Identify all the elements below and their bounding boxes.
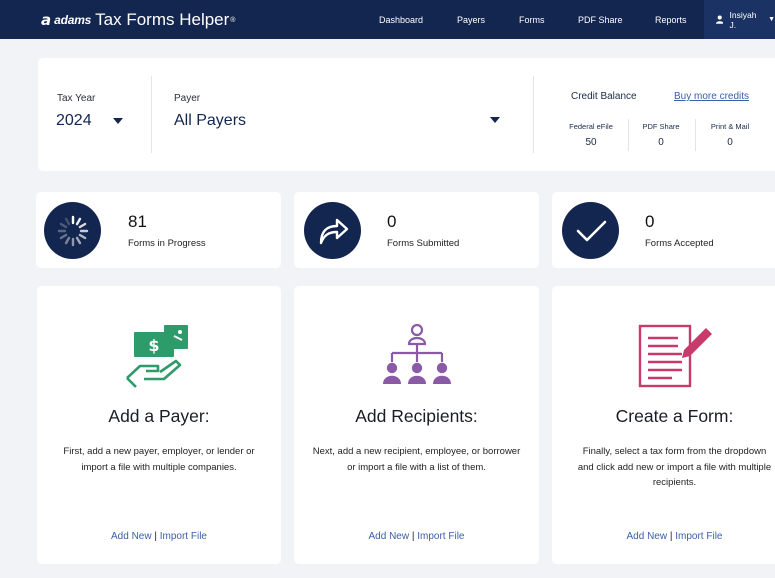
nav-pdf-share[interactable]: PDF Share (578, 0, 623, 39)
import-form-file-link[interactable]: Import File (675, 531, 722, 542)
link-separator: | (411, 531, 415, 542)
stat-card-submitted[interactable]: 0 Forms Submitted (294, 192, 539, 268)
stat-card-in-progress[interactable]: 81 Forms in Progress (36, 192, 281, 268)
stat-label: Forms in Progress (128, 238, 206, 249)
nav-payers[interactable]: Payers (457, 0, 485, 39)
add-new-form-link[interactable]: Add New (627, 531, 668, 542)
action-card-add-recipients: Add Recipients: Next, add a new recipien… (294, 286, 539, 564)
action-title: Create a Form: (615, 406, 734, 426)
tax-year-select[interactable]: 2024 (55, 111, 130, 133)
spinner-icon (57, 215, 88, 246)
action-card-add-payer: $ Add a Payer: First, add a new payer, e… (37, 286, 281, 564)
buy-more-credits-link[interactable]: Buy more credits (674, 91, 749, 102)
org-chart-icon (382, 323, 451, 384)
stat-icon-circle (304, 202, 361, 259)
credit-value: 50 (585, 137, 597, 148)
filter-panel: Tax Year 2024 Payer All Payers Credit Ba… (38, 58, 775, 171)
action-illustration: $ (37, 322, 281, 392)
action-description: Finally, select a tax form from the drop… (577, 446, 772, 488)
share-arrow-icon (319, 218, 348, 244)
money-hand-icon: $ (126, 325, 188, 388)
action-description: First, add a new payer, employer, or len… (63, 446, 255, 473)
credit-pdf-share: PDF Share 0 (628, 122, 694, 148)
stat-label: Forms Accepted (645, 238, 714, 249)
brand-product-name: Tax Forms Helper (95, 10, 230, 29)
add-new-recipient-link[interactable]: Add New (369, 531, 410, 542)
brand-registered-mark: ® (230, 16, 236, 24)
tax-year-value: 2024 (56, 112, 92, 129)
divider (695, 119, 696, 151)
action-links: Add New | Import File (294, 531, 539, 542)
nav-reports[interactable]: Reports (655, 0, 687, 39)
tax-year-label: Tax Year (57, 93, 96, 104)
stat-card-accepted[interactable]: 0 Forms Accepted (552, 192, 775, 268)
brand-logo[interactable]: a adams Tax Forms Helper ® (41, 9, 235, 31)
stat-icon-circle (44, 202, 101, 259)
divider (151, 76, 152, 153)
user-menu[interactable]: Insiyah J. ▼ (704, 0, 775, 39)
nav-forms[interactable]: Forms (519, 0, 545, 39)
action-illustration (552, 322, 775, 392)
divider (533, 76, 534, 153)
payer-label: Payer (174, 93, 201, 104)
credit-print-mail: Print & Mail 0 (697, 122, 763, 148)
chevron-down-icon (113, 118, 123, 124)
credit-label: Print & Mail (710, 122, 750, 131)
stat-label: Forms Submitted (387, 238, 460, 249)
action-title: Add a Payer: (108, 406, 210, 426)
svg-text:$: $ (148, 336, 159, 355)
credit-value: 0 (658, 137, 664, 148)
action-links: Add New | Import File (37, 531, 281, 542)
link-separator: | (669, 531, 673, 542)
credit-federal-efile: Federal eFile 50 (558, 122, 624, 148)
stat-value: 0 (387, 212, 397, 231)
stat-value: 0 (645, 212, 655, 231)
top-nav-bar: a adams Tax Forms Helper ® Dashboard Pay… (0, 0, 775, 39)
form-pencil-icon (638, 324, 712, 388)
stat-icon-circle (562, 202, 619, 259)
nav-dashboard[interactable]: Dashboard (379, 0, 423, 39)
credit-label: PDF Share (642, 122, 680, 131)
stat-value: 81 (128, 212, 147, 231)
credit-label: Federal eFile (569, 122, 613, 131)
brand-mark-icon: a (41, 11, 52, 29)
user-icon (716, 15, 724, 24)
action-card-create-form: Create a Form: Finally, select a tax for… (552, 286, 775, 564)
user-name: Insiyah J. (729, 9, 757, 30)
import-recipient-file-link[interactable]: Import File (417, 531, 464, 542)
link-separator: | (154, 531, 157, 542)
chevron-down-icon (490, 117, 500, 123)
chevron-down-icon: ▼ (768, 16, 775, 23)
credit-balance-title: Credit Balance (571, 91, 637, 102)
import-payer-file-link[interactable]: Import File (160, 531, 207, 542)
brand-adams-text: adams (54, 13, 92, 27)
action-illustration (294, 322, 539, 392)
checkmark-icon (576, 220, 606, 241)
action-title: Add Recipients: (355, 406, 478, 426)
add-new-payer-link[interactable]: Add New (111, 531, 152, 542)
payer-value: All Payers (174, 112, 247, 129)
action-description: Next, add a new recipient, employee, or … (312, 446, 521, 473)
credit-value: 0 (727, 137, 733, 148)
payer-select[interactable]: All Payers (173, 111, 508, 133)
action-links: Add New | Import File (552, 531, 775, 542)
